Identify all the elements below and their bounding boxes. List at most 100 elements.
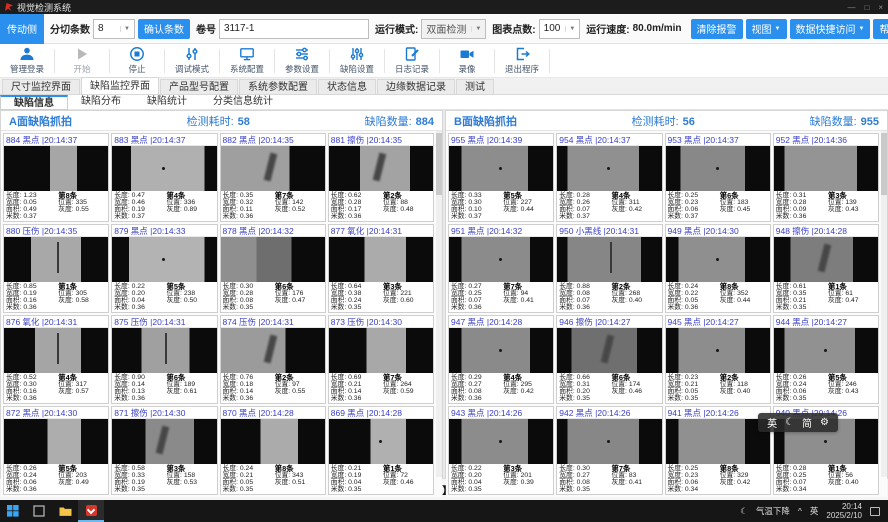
roll-number-input[interactable]: 3117-1 (219, 19, 369, 39)
defect-mark-dot (824, 349, 827, 352)
defect-card[interactable]: 878 黑点 |20:14:32长度: 0.30宽度: 0.28面积: 0.08… (220, 224, 326, 313)
defect-card[interactable]: 879 黑点 |20:14:33长度: 0.22宽度: 0.20面积: 0.04… (111, 224, 217, 313)
params-ribbon-button[interactable]: 参数设置 (277, 46, 327, 75)
defect-card[interactable]: 947 黑点 |20:14:28长度: 0.29宽度: 0.27面积: 0.08… (448, 315, 554, 404)
defect-meter: 米数: 0.35 (331, 486, 431, 493)
defect-measurements: 长度: 0.24宽度: 0.21面积: 0.05米数: 0.35 (223, 465, 323, 493)
defect-ribbon-button[interactable]: 缺陷设置 (332, 46, 382, 75)
confirm-count-button[interactable]: 确认条数 (138, 19, 190, 39)
data-quick-access-button[interactable]: 数据快捷访问▼ (790, 19, 871, 39)
tab-边缘数据记录[interactable]: 边缘数据记录 (377, 79, 455, 94)
main-tab-bar: 尺寸监控界面缺陷监控界面产品型号配置系统参数配置状态信息边缘数据记录测试 (0, 78, 888, 95)
defect-card[interactable]: 869 黑点 |20:14:28长度: 0.21宽度: 0.19面积: 0.04… (328, 406, 434, 495)
defect-location: 第5条位置: 227灰度: 0.44 (503, 192, 534, 213)
defect-card[interactable]: 881 擦伤 |20:14:35长度: 0.62宽度: 0.28面积: 0.17… (328, 133, 434, 222)
defect-card[interactable]: 943 黑点 |20:14:26长度: 0.22宽度: 0.20面积: 0.04… (448, 406, 554, 495)
input-language-indicator[interactable]: 英 (810, 505, 819, 517)
defect-card[interactable]: 871 擦伤 |20:14:30长度: 0.58宽度: 0.33面积: 0.19… (111, 406, 217, 495)
maximize-button[interactable]: □ (864, 3, 869, 12)
defect-card[interactable]: 876 氧化 |20:14:31长度: 0.52宽度: 0.30面积: 0.16… (3, 315, 109, 404)
defect-card[interactable]: 870 黑点 |20:14:28长度: 0.24宽度: 0.21面积: 0.05… (220, 406, 326, 495)
tab-状态信息[interactable]: 状态信息 (318, 79, 376, 94)
defect-card[interactable]: 882 黑点 |20:14:35长度: 0.35宽度: 0.32面积: 0.11… (220, 133, 326, 222)
defect-card[interactable]: 883 黑点 |20:14:37长度: 0.47宽度: 0.46面积: 0.19… (111, 133, 217, 222)
detection-app-taskbar-button[interactable] (78, 500, 104, 522)
tab-缺陷监控界面[interactable]: 缺陷监控界面 (81, 77, 159, 94)
defect-card[interactable]: 949 黑点 |20:14:30长度: 0.24宽度: 0.22面积: 0.05… (665, 224, 771, 313)
close-button[interactable]: × (878, 3, 883, 12)
tab-系统参数配置[interactable]: 系统参数配置 (239, 79, 317, 94)
defect-card[interactable]: 953 黑点 |20:14:37长度: 0.25宽度: 0.23面积: 0.06… (665, 133, 771, 222)
weather-text[interactable]: 气温下降 (756, 505, 790, 517)
defect-card[interactable]: 952 黑点 |20:14:36长度: 0.31宽度: 0.28面积: 0.09… (773, 133, 879, 222)
defect-card[interactable]: 874 压伤 |20:14:31长度: 0.76宽度: 0.18面积: 0.14… (220, 315, 326, 404)
ribbon-divider (549, 49, 550, 73)
gear-icon[interactable]: ⚙ (820, 417, 829, 428)
lang-simplified-button[interactable]: 简 (802, 415, 812, 430)
tab-产品型号配置[interactable]: 产品型号配置 (160, 79, 238, 94)
language-float-widget[interactable]: 英 ☾ 简 ⚙ (758, 413, 838, 432)
journal-ribbon-button[interactable]: 日志记录 (387, 46, 437, 75)
defect-mark-dot (716, 258, 719, 261)
exit-ribbon-button[interactable]: 退出程序 (497, 46, 547, 75)
subtab-缺陷分布[interactable]: 缺陷分布 (68, 95, 134, 110)
defect-card[interactable]: 877 氧化 |20:14:31长度: 0.64宽度: 0.38面积: 0.24… (328, 224, 434, 313)
play-ribbon-button[interactable]: 开始 (57, 46, 107, 75)
notification-center-button[interactable] (870, 507, 880, 516)
moon-icon[interactable]: ☾ (785, 417, 794, 428)
tab-测试[interactable]: 测试 (456, 79, 494, 94)
defect-card[interactable]: 942 黑点 |20:14:26长度: 0.30宽度: 0.27面积: 0.08… (556, 406, 662, 495)
defect-card[interactable]: 872 黑点 |20:14:30长度: 0.26宽度: 0.24面积: 0.06… (3, 406, 109, 495)
defect-card[interactable]: 948 擦伤 |20:14:28长度: 0.61宽度: 0.35面积: 0.21… (773, 224, 879, 313)
scrollbar-thumb[interactable] (436, 133, 442, 195)
tab-尺寸监控界面[interactable]: 尺寸监控界面 (2, 79, 80, 94)
defect-image (329, 237, 433, 282)
clear-alarm-button[interactable]: 清除报警 (691, 19, 743, 39)
defect-card[interactable]: 941 黑点 |20:14:26长度: 0.25宽度: 0.23面积: 0.06… (665, 406, 771, 495)
defect-gray-level: 灰度: 0.46 (383, 479, 414, 486)
stop-ribbon-button[interactable]: 停止 (112, 46, 162, 75)
defect-measurements: 长度: 0.30宽度: 0.27面积: 0.08米数: 0.35 (559, 465, 659, 493)
monitor-ribbon-button[interactable]: 系统配置 (222, 46, 272, 75)
minimize-button[interactable]: — (847, 3, 855, 12)
defect-area: 面积: 0.06 (668, 479, 768, 486)
tray-expand-caret[interactable]: ^ (798, 506, 802, 516)
file-explorer-button[interactable] (52, 500, 78, 522)
chart-points-select[interactable]: 100 ▼ (539, 19, 581, 39)
defect-card[interactable]: 955 黑点 |20:14:39长度: 0.33宽度: 0.30面积: 0.10… (448, 133, 554, 222)
view-menu-button[interactable]: 视图▼ (746, 19, 787, 39)
defect-card[interactable]: 950 小黑线 |20:14:31长度: 0.88宽度: 0.08面积: 0.0… (556, 224, 662, 313)
task-view-button[interactable] (26, 500, 52, 522)
subtab-缺陷信息[interactable]: 缺陷信息 (0, 95, 68, 110)
debug-ribbon-button[interactable]: 调试模式 (167, 46, 217, 75)
scrollbar-thumb[interactable] (881, 133, 887, 195)
subtab-缺陷统计[interactable]: 缺陷统计 (134, 95, 200, 110)
taskbar-clock[interactable]: 20:14 2025/2/10 (826, 502, 862, 520)
start-button[interactable] (0, 500, 26, 522)
subtab-分类信息统计[interactable]: 分类信息统计 (200, 95, 286, 110)
user-ribbon-button[interactable]: 管理登录 (2, 46, 52, 75)
defect-meter: 米数: 0.35 (776, 304, 876, 311)
panel-scrollbar[interactable] (881, 131, 887, 477)
panel-scrollbar[interactable] (436, 131, 442, 477)
defect-card[interactable]: 884 黑点 |20:14:37长度: 1.23宽度: 0.05面积: 0.49… (3, 133, 109, 222)
defect-card[interactable]: 880 压伤 |20:14:35长度: 0.85宽度: 0.19面积: 0.16… (3, 224, 109, 313)
slit-count-select[interactable]: 8 ▼ (93, 19, 135, 39)
drive-side-button[interactable]: 传动侧 (0, 14, 44, 44)
defect-position: 位置: 97 (275, 381, 306, 388)
camera-ribbon-button[interactable]: 录像 (442, 46, 492, 75)
defect-card[interactable]: 875 压伤 |20:14:31长度: 0.90宽度: 0.14面积: 0.13… (111, 315, 217, 404)
help-menu-button[interactable]: 帮助▼ (873, 19, 888, 39)
defect-card[interactable]: 944 黑点 |20:14:27长度: 0.26宽度: 0.24面积: 0.06… (773, 315, 879, 404)
lang-en-button[interactable]: 英 (767, 415, 777, 430)
defect-card[interactable]: 951 黑点 |20:14:32长度: 0.27宽度: 0.25面积: 0.07… (448, 224, 554, 313)
run-mode-select[interactable]: 双面检测 ▼ (421, 19, 486, 39)
defect-gray-level: 灰度: 0.42 (611, 206, 642, 213)
defect-card[interactable]: 946 擦伤 |20:14:27长度: 0.66宽度: 0.31面积: 0.20… (556, 315, 662, 404)
moon-icon: ☾ (740, 506, 748, 517)
defect-position: 位置: 61 (828, 290, 859, 297)
defect-card[interactable]: 945 黑点 |20:14:27长度: 0.23宽度: 0.21面积: 0.05… (665, 315, 771, 404)
defect-card[interactable]: 873 压伤 |20:14:30长度: 0.69宽度: 0.21面积: 0.14… (328, 315, 434, 404)
defect-info: 长度: 0.90宽度: 0.14面积: 0.13米数: 0.36第6条位置: 1… (112, 373, 216, 403)
defect-card[interactable]: 954 黑点 |20:14:37长度: 0.28宽度: 0.26面积: 0.07… (556, 133, 662, 222)
